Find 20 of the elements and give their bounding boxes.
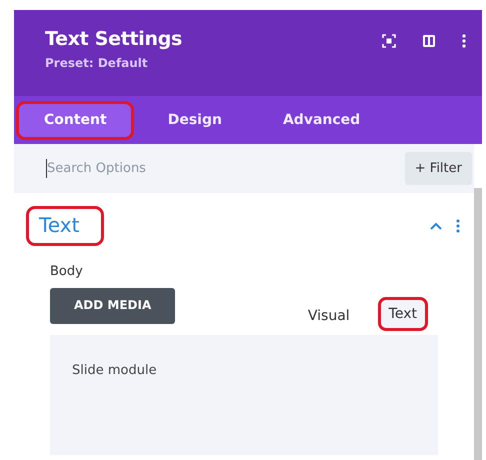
- search-field[interactable]: Search Options: [46, 159, 247, 178]
- panel-title: Text Settings: [45, 28, 182, 50]
- text-editor[interactable]: Slide module: [50, 335, 438, 455]
- add-media-button[interactable]: ADD MEDIA: [50, 288, 176, 324]
- more-options-icon[interactable]: [462, 34, 466, 48]
- chevron-icon[interactable]: [430, 222, 442, 230]
- tab[interactable]: Design: [140, 100, 249, 140]
- tab[interactable]: Content: [16, 100, 134, 140]
- split-view-icon[interactable]: [422, 34, 436, 48]
- tab[interactable]: Advanced: [254, 100, 388, 140]
- field-label: Body: [50, 264, 84, 279]
- editor-tab[interactable]: Text: [378, 297, 428, 331]
- filter-button[interactable]: + Filter: [404, 152, 472, 185]
- scrollbar[interactable]: [474, 188, 482, 460]
- editor-text: Slide module: [72, 363, 157, 378]
- more-options-icon[interactable]: [456, 218, 460, 232]
- section-title: Text: [26, 206, 104, 246]
- preset-dropdown[interactable]: Preset: Default: [45, 56, 182, 70]
- fullscreen-icon[interactable]: [382, 34, 396, 48]
- section-header[interactable]: Text: [14, 193, 474, 258]
